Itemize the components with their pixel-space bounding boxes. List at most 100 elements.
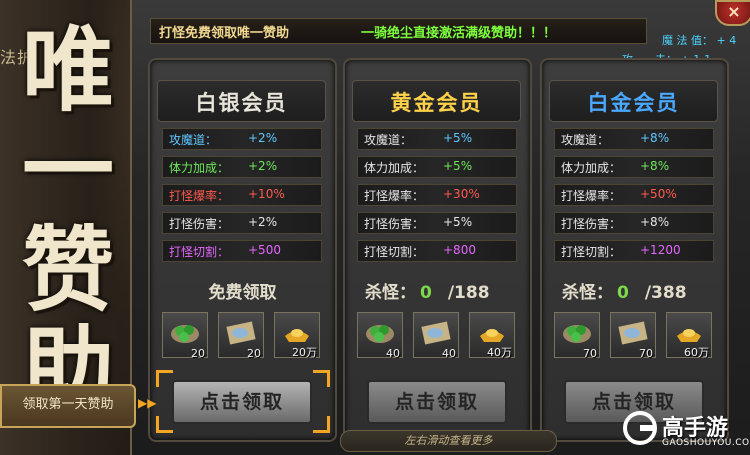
stat-row: 打怪切割： +500 — [162, 240, 322, 262]
stat-label: 打怪伤害： — [364, 217, 425, 231]
stat-value: +8% — [640, 131, 670, 145]
card-header: 白金会员 — [549, 80, 718, 122]
day-one-sponsor-tab[interactable]: 领取第一天赞助 — [0, 384, 136, 428]
claim-button[interactable]: 点击领取 — [172, 380, 312, 424]
stat-row: 体力加成： +8% — [554, 156, 714, 178]
stat-label: 打怪切割： — [364, 245, 425, 259]
highlight-corner — [313, 370, 330, 387]
gold-ingot-icon — [285, 329, 309, 342]
stat-row: 体力加成： +5% — [357, 156, 517, 178]
item-quantity: 40 — [386, 347, 400, 360]
kill-current: 0 — [617, 283, 629, 303]
stat-value: +8% — [640, 159, 670, 173]
highlight-corner — [156, 416, 173, 433]
card-title: 白金会员 — [587, 90, 680, 115]
item-quantity: 70 — [639, 347, 653, 360]
magic-stat-text: 魔 法 值： + 4 — [662, 34, 737, 47]
kill-total: /388 — [644, 283, 687, 303]
green-pills-icon — [366, 325, 394, 343]
stat-row: 攻魔道： +5% — [357, 128, 517, 150]
stat-value: +800 — [443, 243, 476, 257]
stat-value: +2% — [248, 131, 278, 145]
stat-row: 打怪伤害： +2% — [162, 212, 322, 234]
reward-item[interactable]: 20万 — [274, 312, 320, 359]
banner-text-free: 打怪免费领取唯一赞助 — [159, 26, 290, 41]
member-card-gold: 黄金会员 攻魔道： +5% 体力加成： +5% 打怪爆率： +30% 打怪伤害： +5%… — [343, 58, 532, 442]
reward-items: 20 20 20万 — [162, 312, 322, 364]
stat-label: 打怪伤害： — [561, 217, 622, 231]
reward-item[interactable]: 70 — [554, 312, 600, 360]
reward-item[interactable]: 20 — [162, 312, 208, 360]
card-title: 黄金会员 — [390, 90, 483, 115]
stat-label: 打怪伤害： — [169, 217, 230, 231]
arrow-right-icon: ▶▶ — [138, 396, 157, 410]
member-card-silver: 白银会员 攻魔道： +2% 体力加成： +2% 打怪爆率： +10% 打怪伤害： +2%… — [148, 58, 337, 442]
stat-label: 打怪爆率： — [364, 189, 425, 203]
stat-value: +50% — [640, 187, 677, 201]
gold-ingot-icon — [480, 329, 504, 342]
title-char: 赞 — [22, 216, 115, 324]
scroll-icon — [421, 321, 451, 345]
stat-value: +1200 — [640, 243, 681, 257]
item-quantity: 20 — [247, 347, 261, 360]
stat-row: 体力加成： +2% — [162, 156, 322, 178]
vertical-title: 唯 一 赞 助 — [22, 20, 132, 420]
stat-label: 打怪爆率： — [561, 189, 622, 203]
card-title: 白银会员 — [195, 90, 288, 115]
stat-row: 攻魔道： +8% — [554, 128, 714, 150]
kill-current: 0 — [420, 283, 432, 303]
reward-items: 70 70 60万 — [554, 312, 714, 364]
logo-icon — [623, 411, 657, 445]
stat-label: 打怪切割： — [561, 245, 622, 259]
reward-item[interactable]: 40万 — [469, 312, 515, 359]
item-quantity: 40 — [442, 347, 456, 360]
reward-item[interactable]: 70 — [610, 312, 656, 360]
stat-label: 打怪切割： — [169, 245, 230, 259]
scroll-hint: 左右滑动查看更多 — [340, 430, 557, 452]
item-quantity: 70 — [583, 347, 597, 360]
title-char: 唯 — [22, 16, 115, 124]
item-quantity: 60万 — [684, 346, 709, 359]
watermark-url: GAOSHOUYOU.COM — [662, 438, 750, 448]
kill-label: 杀怪： — [562, 283, 613, 303]
claim-button[interactable]: 点击领取 — [367, 380, 507, 424]
green-pills-icon — [563, 325, 591, 343]
banner-text-activate: 一骑绝尘直接激活满级赞助！！！ — [361, 26, 557, 41]
stat-row: 打怪伤害： +5% — [357, 212, 517, 234]
free-claim-label: 免费领取 — [208, 283, 277, 303]
scroll-icon — [226, 321, 256, 345]
stat-label: 打怪爆率： — [169, 189, 230, 203]
stat-value: +500 — [248, 243, 281, 257]
item-quantity: 20万 — [292, 346, 317, 359]
stat-row: 打怪切割： +800 — [357, 240, 517, 262]
kill-label: 杀怪： — [365, 283, 416, 303]
stat-value: +5% — [443, 131, 473, 145]
stat-label: 体力加成： — [364, 161, 425, 175]
reward-item[interactable]: 40 — [357, 312, 403, 360]
stat-value: +8% — [640, 215, 670, 229]
highlight-corner — [313, 416, 330, 433]
green-pills-icon — [171, 325, 199, 343]
stat-value: +10% — [248, 187, 285, 201]
stat-label: 体力加成： — [561, 161, 622, 175]
member-card-platinum: 白金会员 攻魔道： +8% 体力加成： +8% 打怪爆率： +50% 打怪伤害： +8%… — [540, 58, 729, 442]
banner: 打怪免费领取唯一赞助 一骑绝尘直接激活满级赞助！！！ — [150, 18, 647, 44]
reward-item[interactable]: 40 — [413, 312, 459, 360]
item-quantity: 20 — [191, 347, 205, 360]
stat-label: 攻魔道： — [561, 133, 610, 147]
item-quantity: 40万 — [487, 346, 512, 359]
stat-value: +2% — [248, 159, 278, 173]
stat-label: 攻魔道： — [364, 133, 413, 147]
title-char: 一 — [22, 116, 115, 224]
kill-counter: 杀怪： 0/388 — [562, 278, 687, 303]
stat-row: 打怪爆率： +30% — [357, 184, 517, 206]
card-header: 黄金会员 — [352, 80, 521, 122]
reward-item[interactable]: 60万 — [666, 312, 712, 359]
close-button[interactable]: × — [715, 0, 750, 26]
stat-value: +2% — [248, 215, 278, 229]
stat-value: +5% — [443, 159, 473, 173]
stat-value: +30% — [443, 187, 480, 201]
reward-item[interactable]: 20 — [218, 312, 264, 360]
stat-value: +5% — [443, 215, 473, 229]
stat-row: 攻魔道： +2% — [162, 128, 322, 150]
